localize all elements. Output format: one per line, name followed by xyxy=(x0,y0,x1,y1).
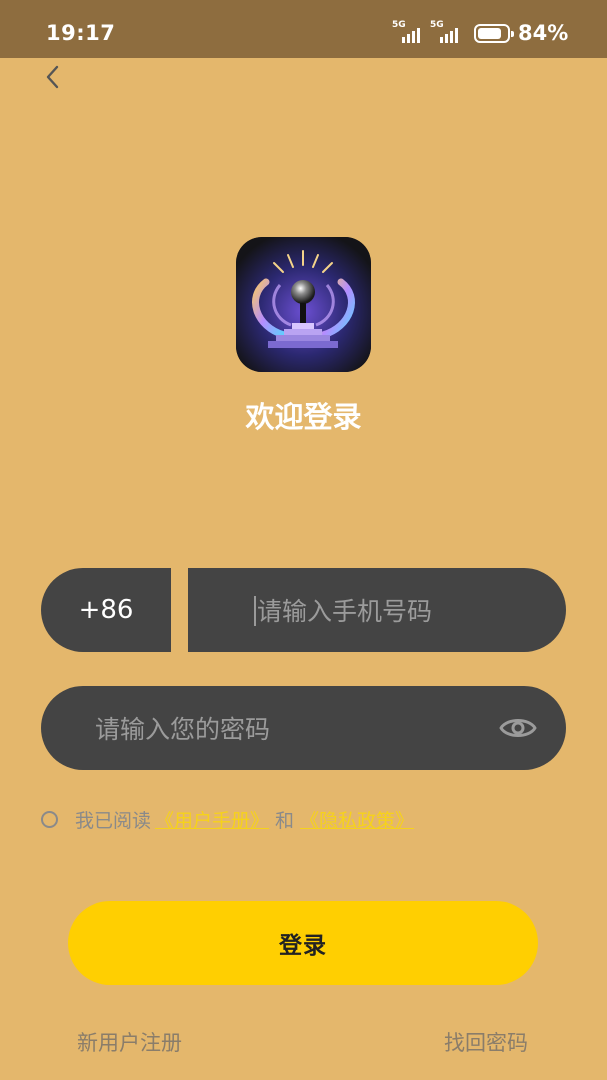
agreement-checkbox[interactable] xyxy=(41,810,58,828)
privacy-policy-link[interactable]: 《隐私政策》 xyxy=(300,806,414,833)
back-button[interactable] xyxy=(40,62,68,92)
user-manual-link[interactable]: 《用户手册》 xyxy=(155,806,269,833)
status-bar: 19:17 5G 5G 84% xyxy=(0,0,607,58)
login-button[interactable]: 登录 xyxy=(68,901,538,985)
phone-input[interactable] xyxy=(255,568,549,654)
forgot-password-link[interactable]: 找回密码 xyxy=(444,1027,528,1057)
chevron-left-icon xyxy=(46,65,59,89)
battery-percent: 84% xyxy=(518,21,569,45)
password-field-container xyxy=(41,686,566,772)
register-link[interactable]: 新用户注册 xyxy=(77,1027,182,1057)
eye-icon[interactable] xyxy=(498,710,538,746)
agreement-conjunction: 和 xyxy=(275,809,295,832)
agreement-prefix: 我已阅读 xyxy=(75,809,152,832)
country-code-selector[interactable]: +86 xyxy=(41,568,171,652)
battery-icon xyxy=(474,24,514,43)
welcome-title: 欢迎登录 xyxy=(245,400,362,434)
status-time: 19:17 xyxy=(46,21,116,45)
signal-icon: 5G xyxy=(430,21,466,45)
battery-fill xyxy=(478,28,501,39)
agreement-row: 我已阅读 《用户手册》 和 《隐私政策》 xyxy=(41,806,418,833)
password-input[interactable] xyxy=(93,686,487,772)
signal-icon: 5G xyxy=(392,21,428,45)
app-logo-icon xyxy=(236,237,371,372)
phone-field-container xyxy=(188,568,566,654)
